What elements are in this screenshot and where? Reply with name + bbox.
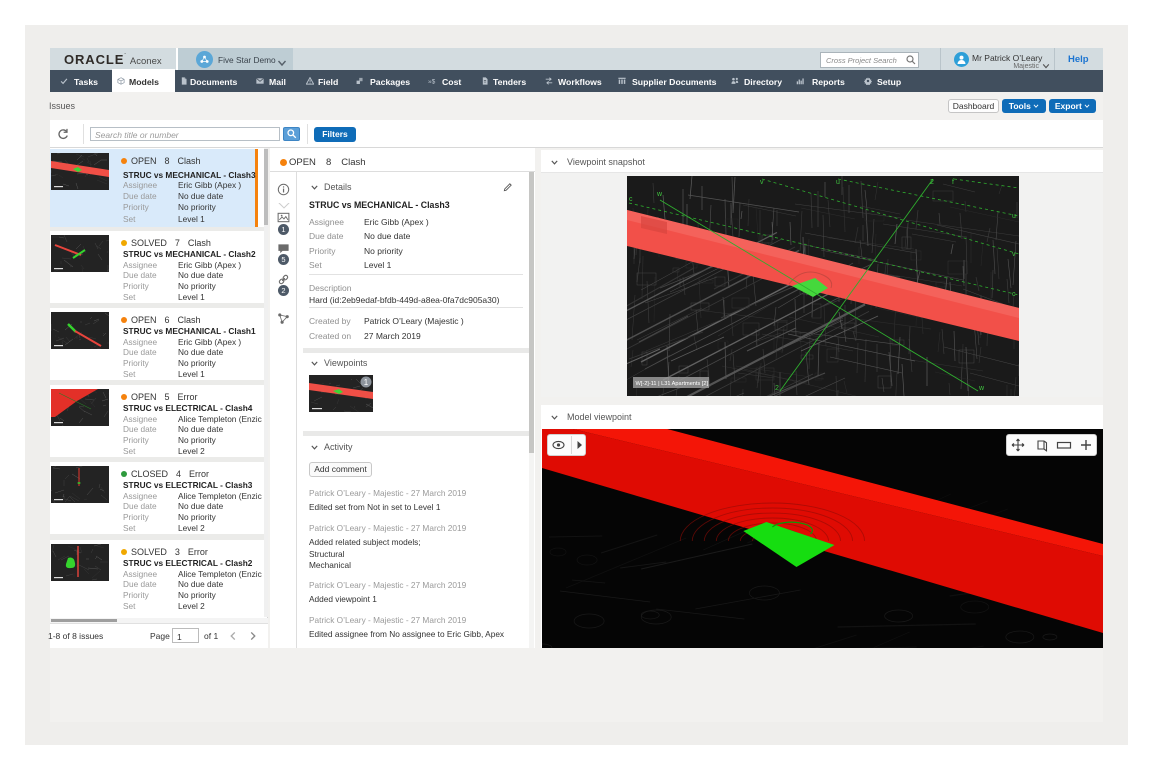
svg-text:2: 2 bbox=[775, 385, 779, 392]
svg-text:u: u bbox=[1012, 213, 1016, 220]
svg-text:w: w bbox=[656, 191, 663, 198]
svg-text:2: 2 bbox=[930, 179, 934, 186]
svg-text:c: c bbox=[629, 196, 633, 203]
svg-text:1: 1 bbox=[364, 378, 369, 387]
svg-text:c: c bbox=[1012, 291, 1016, 298]
svg-text:w: w bbox=[978, 385, 985, 392]
svg-text:u: u bbox=[836, 179, 840, 186]
svg-text:f: f bbox=[952, 179, 954, 186]
svg-text:»$: »$ bbox=[428, 79, 436, 85]
svg-text:W[-2]-11 | L31 Apartments [2]: W[-2]-11 | L31 Apartments [2] bbox=[636, 381, 709, 387]
svg-text:v: v bbox=[760, 179, 764, 186]
svg-text:v: v bbox=[1012, 251, 1016, 258]
